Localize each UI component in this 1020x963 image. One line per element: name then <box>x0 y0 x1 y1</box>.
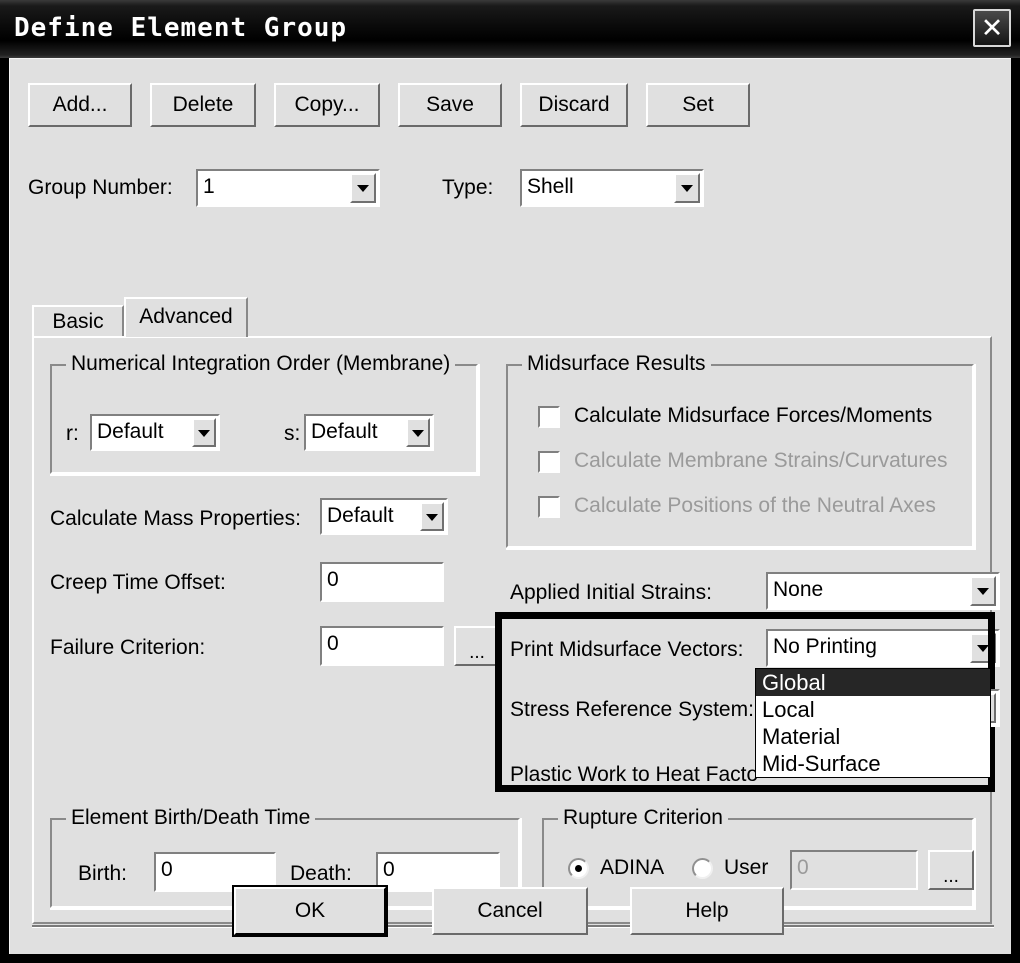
radio-rupture-user-label: User <box>724 856 769 879</box>
checkbox-midsurface-forces-label: Calculate Midsurface Forces/Moments <box>574 404 933 427</box>
mass-properties-value: Default <box>327 504 394 527</box>
help-button[interactable]: Help <box>630 887 784 935</box>
print-vectors-select[interactable]: No Printing <box>766 629 1000 667</box>
chevron-down-icon[interactable] <box>406 418 430 447</box>
dropdown-option-material[interactable]: Material <box>756 723 990 750</box>
integration-r-select[interactable]: Default <box>90 414 220 451</box>
midsurface-title: Midsurface Results <box>522 352 711 376</box>
rupture-title: Rupture Criterion <box>558 806 728 830</box>
copy-button[interactable]: Copy... <box>274 83 380 127</box>
integration-s-label: s: <box>284 422 301 445</box>
add-button[interactable]: Add... <box>28 83 132 127</box>
birth-label: Birth: <box>78 862 128 885</box>
failure-criterion-browse-button[interactable]: ... <box>454 626 500 666</box>
creep-time-offset-input[interactable]: 0 <box>320 562 444 602</box>
ok-button[interactable]: OK <box>232 885 388 937</box>
checkbox-neutral-axes <box>538 496 560 518</box>
birth-death-title: Element Birth/Death Time <box>66 806 316 830</box>
initial-strains-select[interactable]: None <box>766 572 1000 610</box>
chevron-down-icon[interactable] <box>192 418 216 447</box>
discard-button[interactable]: Discard <box>520 83 628 127</box>
integration-r-value: Default <box>97 420 164 443</box>
chevron-down-icon[interactable] <box>970 576 996 606</box>
chevron-down-icon[interactable] <box>674 173 700 203</box>
checkbox-neutral-axes-label: Calculate Positions of the Neutral Axes <box>574 494 936 517</box>
delete-button[interactable]: Delete <box>150 83 256 127</box>
group-number-label: Group Number: <box>28 176 173 199</box>
radio-rupture-adina[interactable] <box>568 858 589 879</box>
failure-criterion-input[interactable]: 0 <box>320 626 444 666</box>
advanced-panel: Numerical Integration Order (Membrane) r… <box>32 336 1000 924</box>
integration-r-label: r: <box>66 422 79 445</box>
death-label: Death: <box>290 862 352 885</box>
checkbox-membrane-strains-label: Calculate Membrane Strains/Curvatures <box>574 449 948 472</box>
type-value: Shell <box>527 175 574 198</box>
dropdown-option-global[interactable]: Global <box>756 669 990 696</box>
initial-strains-value: None <box>773 578 824 601</box>
checkbox-membrane-strains <box>538 451 560 473</box>
mass-properties-select[interactable]: Default <box>320 498 448 535</box>
titlebar: Define Element Group ✕ <box>0 0 1020 58</box>
radio-rupture-adina-label: ADINA <box>600 856 665 879</box>
failure-criterion-label: Failure Criterion: <box>50 636 206 659</box>
window-title: Define Element Group <box>14 13 348 43</box>
radio-rupture-user[interactable] <box>692 858 713 879</box>
close-icon[interactable]: ✕ <box>973 9 1011 47</box>
stress-reference-dropdown-list[interactable]: Global Local Material Mid-Surface <box>755 668 991 778</box>
group-number-value: 1 <box>203 175 215 198</box>
dialog-window: Define Element Group ✕ Add... Delete Cop… <box>0 0 1020 963</box>
type-select[interactable]: Shell <box>520 169 704 207</box>
mass-properties-label: Calculate Mass Properties: <box>50 507 301 530</box>
birth-input[interactable]: 0 <box>154 852 276 892</box>
save-button[interactable]: Save <box>398 83 502 127</box>
rupture-value-input: 0 <box>790 850 918 890</box>
group-number-select[interactable]: 1 <box>196 169 380 207</box>
set-button[interactable]: Set <box>646 83 750 127</box>
death-input[interactable]: 0 <box>376 852 500 892</box>
tabstrip: Basic Advanced <box>32 297 992 337</box>
tab-advanced[interactable]: Advanced <box>124 297 248 337</box>
integration-s-select[interactable]: Default <box>304 414 434 451</box>
integration-title: Numerical Integration Order (Membrane) <box>66 352 456 376</box>
stress-reference-label: Stress Reference System: <box>510 698 754 721</box>
close-glyph: ✕ <box>980 13 1004 43</box>
type-label: Type: <box>442 176 494 199</box>
rupture-browse-button[interactable]: ... <box>928 850 974 890</box>
cancel-button[interactable]: Cancel <box>432 887 588 935</box>
dropdown-option-mid-surface[interactable]: Mid-Surface <box>756 750 990 777</box>
chevron-down-icon[interactable] <box>420 502 444 531</box>
dialog-body: Add... Delete Copy... Save Discard Set G… <box>9 58 1011 954</box>
plastic-work-label: Plastic Work to Heat Facto <box>510 763 759 786</box>
chevron-down-icon[interactable] <box>970 633 996 663</box>
tab-basic[interactable]: Basic <box>32 305 124 337</box>
dropdown-option-local[interactable]: Local <box>756 696 990 723</box>
print-vectors-label: Print Midsurface Vectors: <box>510 638 744 661</box>
creep-time-offset-label: Creep Time Offset: <box>50 571 226 594</box>
integration-s-value: Default <box>311 420 378 443</box>
checkbox-midsurface-forces[interactable] <box>538 406 560 428</box>
print-vectors-value: No Printing <box>773 635 877 658</box>
initial-strains-label: Applied Initial Strains: <box>510 581 712 604</box>
chevron-down-icon[interactable] <box>350 173 376 203</box>
